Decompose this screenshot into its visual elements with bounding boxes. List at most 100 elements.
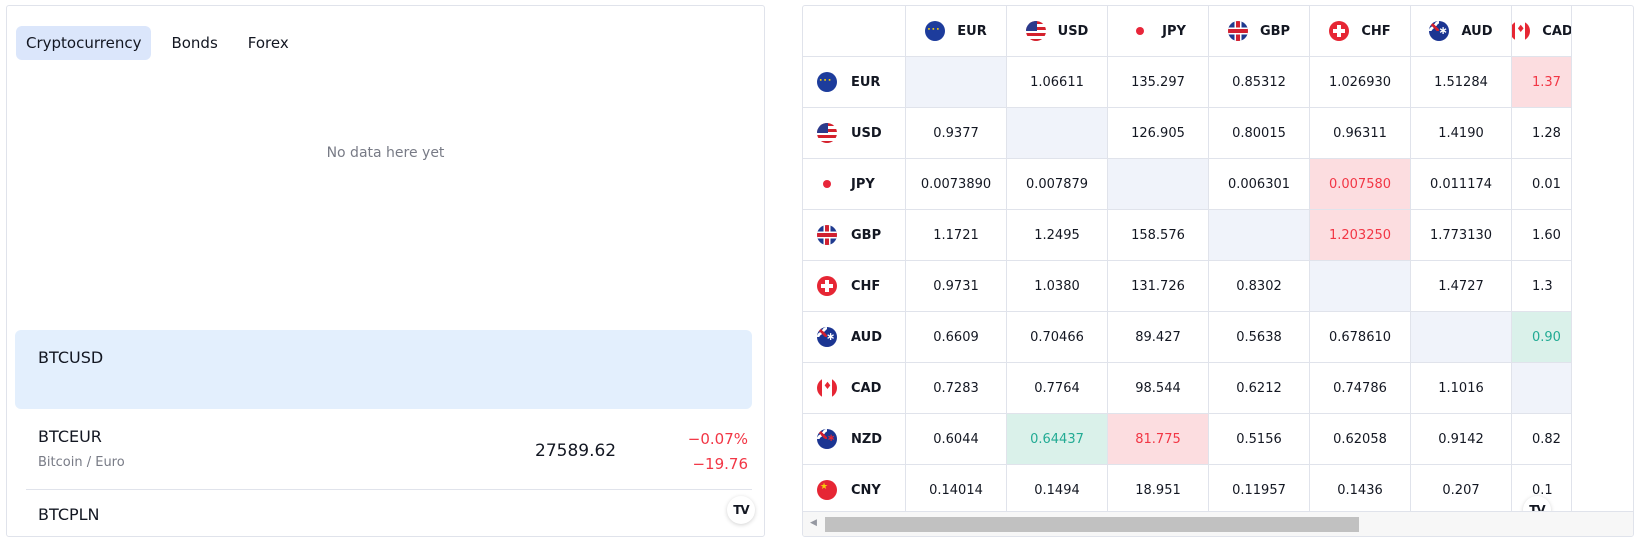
rate-cell[interactable]: 1.60 bbox=[1512, 210, 1572, 261]
rate-cell[interactable]: 158.576 bbox=[1108, 210, 1209, 261]
column-header-chf[interactable]: CHF bbox=[1310, 6, 1411, 57]
row-header-nzd[interactable]: NZD bbox=[803, 414, 906, 465]
rate-cell[interactable]: 0.0073890 bbox=[906, 159, 1007, 210]
rate-cell[interactable]: 0.64437 bbox=[1007, 414, 1108, 465]
rate-cell[interactable]: 0.7764 bbox=[1007, 363, 1108, 414]
rate-cell[interactable]: 98.544 bbox=[1108, 363, 1209, 414]
rate-cell[interactable]: 0.80015 bbox=[1209, 108, 1310, 159]
rate-cell[interactable]: 18.951 bbox=[1108, 465, 1209, 516]
tradingview-logo-icon[interactable]: TV bbox=[727, 496, 755, 524]
row-header-gbp[interactable]: GBP bbox=[803, 210, 906, 261]
rate-cell[interactable]: 126.905 bbox=[1108, 108, 1209, 159]
row-header-cad[interactable]: CAD bbox=[803, 363, 906, 414]
row-header-jpy[interactable]: JPY bbox=[803, 159, 906, 210]
rate-cell[interactable] bbox=[1411, 312, 1512, 363]
column-header-eur[interactable]: EUR bbox=[906, 6, 1007, 57]
rate-cell[interactable]: 0.82 bbox=[1512, 414, 1572, 465]
rate-cell[interactable] bbox=[1108, 159, 1209, 210]
rate-cell[interactable]: 1.06611 bbox=[1007, 57, 1108, 108]
scroll-left-icon[interactable]: ◀ bbox=[810, 518, 817, 528]
rate-cell[interactable]: 1.4190 bbox=[1411, 108, 1512, 159]
rate-cell[interactable]: 1.203250 bbox=[1310, 210, 1411, 261]
rate-cell[interactable]: 1.3 bbox=[1512, 261, 1572, 312]
rate-value: 0.1436 bbox=[1337, 482, 1383, 498]
rate-cell[interactable]: 0.207 bbox=[1411, 465, 1512, 516]
rate-cell[interactable]: 0.70466 bbox=[1007, 312, 1108, 363]
rate-cell[interactable]: 0.96311 bbox=[1310, 108, 1411, 159]
rate-cell[interactable] bbox=[1310, 261, 1411, 312]
rate-cell[interactable]: 1.026930 bbox=[1310, 57, 1411, 108]
rate-cell[interactable] bbox=[1512, 363, 1572, 414]
rate-cell[interactable]: 0.8302 bbox=[1209, 261, 1310, 312]
rate-cell[interactable]: 0.6609 bbox=[906, 312, 1007, 363]
rate-cell[interactable]: 0.1436 bbox=[1310, 465, 1411, 516]
rate-cell[interactable]: 0.011174 bbox=[1411, 159, 1512, 210]
column-header-jpy[interactable]: JPY bbox=[1108, 6, 1209, 57]
horizontal-scrollbar[interactable]: ◀ bbox=[803, 511, 1633, 536]
symbol-change-percent: −0.07% bbox=[687, 430, 748, 448]
rate-cell[interactable]: 1.1016 bbox=[1411, 363, 1512, 414]
rate-cell[interactable]: 131.726 bbox=[1108, 261, 1209, 312]
rate-value: 0.7764 bbox=[1034, 380, 1080, 396]
rate-cell[interactable]: 0.9142 bbox=[1411, 414, 1512, 465]
rate-cell[interactable]: 89.427 bbox=[1108, 312, 1209, 363]
rate-cell[interactable]: 0.9731 bbox=[906, 261, 1007, 312]
rate-cell[interactable]: 0.007879 bbox=[1007, 159, 1108, 210]
column-header-gbp[interactable]: GBP bbox=[1209, 6, 1310, 57]
rate-cell[interactable]: 0.74786 bbox=[1310, 363, 1411, 414]
column-header-cad[interactable]: CAD bbox=[1512, 6, 1572, 57]
rate-cell[interactable] bbox=[906, 57, 1007, 108]
symbol-row-btceur[interactable]: BTCEUR Bitcoin / Euro 27589.62 −0.07% −1… bbox=[15, 418, 752, 488]
row-header-cny[interactable]: CNY bbox=[803, 465, 906, 516]
rate-cell[interactable]: 0.5638 bbox=[1209, 312, 1310, 363]
row-header-usd[interactable]: USD bbox=[803, 108, 906, 159]
rate-cell[interactable]: 0.7283 bbox=[906, 363, 1007, 414]
rate-value: 1.1016 bbox=[1438, 380, 1484, 396]
rate-cell[interactable]: 0.6044 bbox=[906, 414, 1007, 465]
rate-cell[interactable] bbox=[1007, 108, 1108, 159]
rate-cell[interactable]: 81.775 bbox=[1108, 414, 1209, 465]
rate-cell[interactable]: 0.007580 bbox=[1310, 159, 1411, 210]
rate-cell[interactable]: 1.0380 bbox=[1007, 261, 1108, 312]
rate-cell[interactable] bbox=[1209, 210, 1310, 261]
gbp-flag-icon bbox=[1227, 21, 1248, 41]
symbol-row-btcusd[interactable]: BTCUSD bbox=[15, 330, 752, 409]
row-header-label: CAD bbox=[851, 380, 882, 396]
scrollbar-thumb[interactable] bbox=[825, 517, 1359, 532]
rate-cell[interactable]: 1.37 bbox=[1512, 57, 1572, 108]
column-header-usd[interactable]: USD bbox=[1007, 6, 1108, 57]
row-header-chf[interactable]: CHF bbox=[803, 261, 906, 312]
rate-cell[interactable]: 0.006301 bbox=[1209, 159, 1310, 210]
jpy-flag-icon bbox=[817, 174, 837, 194]
rate-cell[interactable]: 0.90 bbox=[1512, 312, 1572, 363]
gbp-flag-icon bbox=[817, 225, 837, 245]
rate-cell[interactable]: 0.62058 bbox=[1310, 414, 1411, 465]
rate-cell[interactable]: 1.1721 bbox=[906, 210, 1007, 261]
rate-value: 0.7283 bbox=[933, 380, 979, 396]
rate-cell[interactable]: 0.6212 bbox=[1209, 363, 1310, 414]
rate-cell[interactable]: 0.14014 bbox=[906, 465, 1007, 516]
row-header-aud[interactable]: AUD bbox=[803, 312, 906, 363]
symbol-row-btcpln[interactable]: BTCPLN bbox=[15, 494, 752, 534]
rate-cell[interactable]: 135.297 bbox=[1108, 57, 1209, 108]
rate-cell[interactable]: 0.85312 bbox=[1209, 57, 1310, 108]
rate-value: 0.9377 bbox=[933, 125, 979, 141]
rate-cell[interactable]: 1.4727 bbox=[1411, 261, 1512, 312]
rate-cell[interactable]: 0.678610 bbox=[1310, 312, 1411, 363]
rate-cell[interactable]: 1.2495 bbox=[1007, 210, 1108, 261]
rate-cell[interactable]: 0.9377 bbox=[906, 108, 1007, 159]
rate-cell[interactable]: 1.773130 bbox=[1411, 210, 1512, 261]
row-header-eur[interactable]: EUR bbox=[803, 57, 906, 108]
rate-cell[interactable]: 0.5156 bbox=[1209, 414, 1310, 465]
tab-cryptocurrency[interactable]: Cryptocurrency bbox=[16, 26, 152, 60]
rate-cell[interactable]: 1.28 bbox=[1512, 108, 1572, 159]
rate-cell[interactable]: 1.51284 bbox=[1411, 57, 1512, 108]
rate-cell[interactable]: 0.11957 bbox=[1209, 465, 1310, 516]
rate-value: 1.2495 bbox=[1034, 227, 1080, 243]
tab-bonds[interactable]: Bonds bbox=[161, 26, 227, 60]
column-header-aud[interactable]: AUD bbox=[1411, 6, 1512, 57]
tab-forex[interactable]: Forex bbox=[238, 26, 299, 60]
rate-cell[interactable]: 0.1494 bbox=[1007, 465, 1108, 516]
rate-value: 158.576 bbox=[1131, 227, 1185, 243]
rate-cell[interactable]: 0.01 bbox=[1512, 159, 1572, 210]
